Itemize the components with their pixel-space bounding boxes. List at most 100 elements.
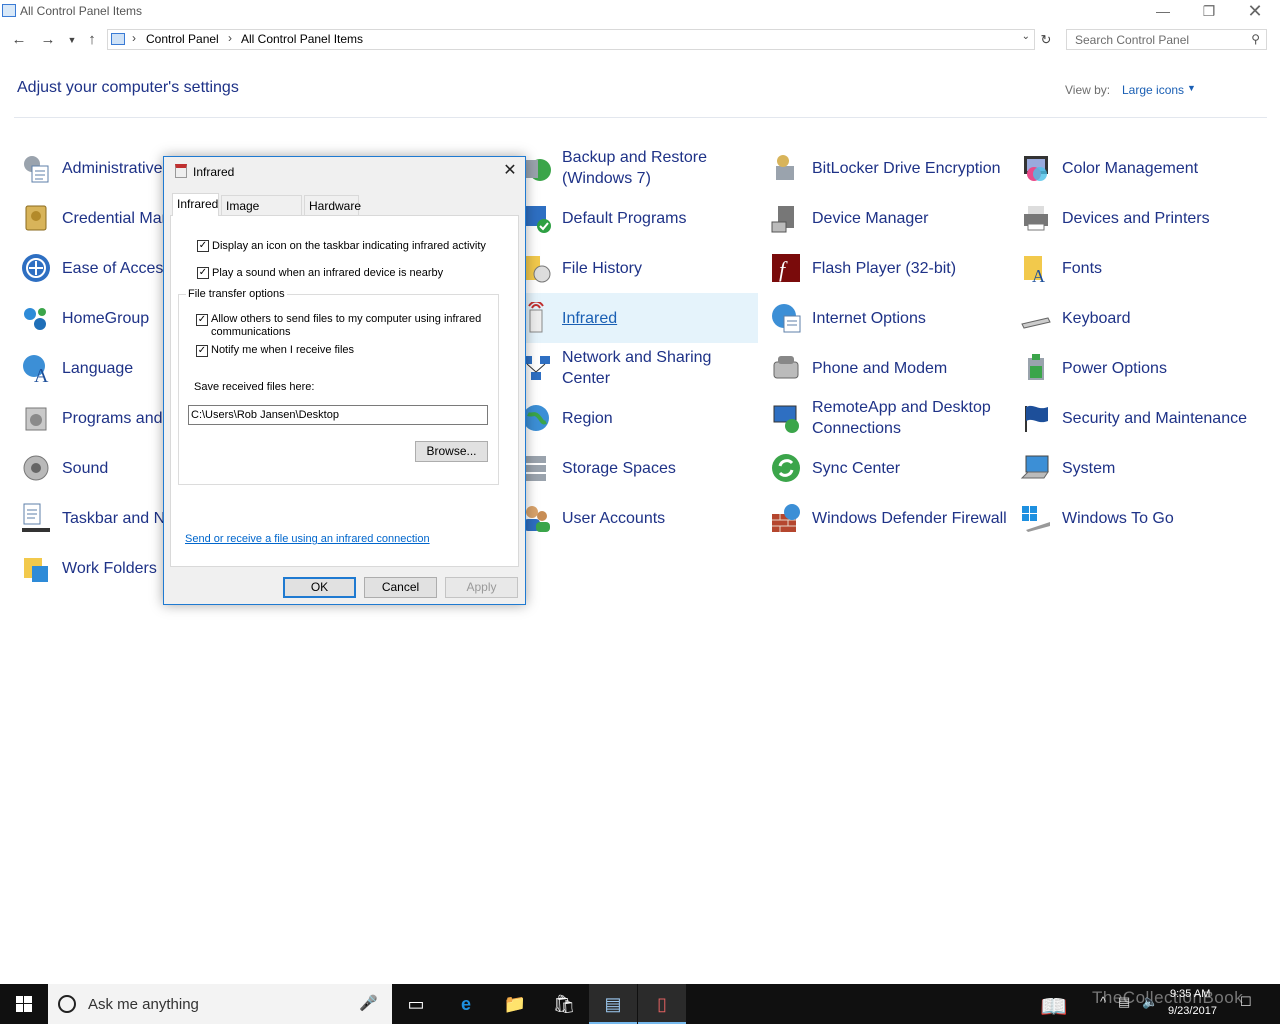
keyboard-icon: [1021, 317, 1051, 329]
search-input[interactable]: [1073, 32, 1247, 48]
dialog-close-button[interactable]: ✕: [497, 160, 523, 182]
cp-item-infrared[interactable]: Infrared: [516, 293, 758, 343]
firewall-icon: [772, 504, 800, 532]
cp-item-default-programs[interactable]: Default Programs: [516, 193, 758, 243]
cp-item-fonts[interactable]: A Fonts: [1016, 243, 1256, 293]
task-view-icon[interactable]: ▭: [392, 984, 440, 1024]
store-icon[interactable]: 🛍: [540, 984, 588, 1024]
chevron-right-icon[interactable]: ›: [228, 31, 232, 45]
tab-infrared[interactable]: Infrared: [172, 193, 219, 216]
cp-item-region[interactable]: Region: [516, 393, 758, 443]
cp-item-phone-and-modem[interactable]: Phone and Modem: [766, 343, 1006, 393]
svg-text:A: A: [34, 365, 49, 384]
cp-item-sync-center[interactable]: Sync Center: [766, 443, 1006, 493]
minimize-button[interactable]: —: [1140, 0, 1186, 24]
phone-modem-icon: [773, 356, 799, 379]
start-button[interactable]: [0, 984, 48, 1024]
cp-item-label: Phone and Modem: [812, 359, 948, 377]
tab-image-transfer[interactable]: Image Transfer: [221, 195, 302, 233]
cp-item-label: Windows Defender Firewall: [812, 509, 1007, 527]
cortana-icon: [58, 995, 76, 1013]
cp-item-file-history[interactable]: File History: [516, 243, 758, 293]
cp-item-label: Infrared: [562, 309, 618, 327]
breadcrumb-all-items[interactable]: All Control Panel Items: [241, 32, 363, 46]
cp-item-keyboard[interactable]: Keyboard: [1016, 293, 1256, 343]
remoteapp-icon: [773, 405, 799, 433]
cp-item-internet-options[interactable]: Internet Options: [766, 293, 1006, 343]
tab-hardware[interactable]: Hardware: [304, 195, 361, 215]
cp-item-system[interactable]: System: [1016, 443, 1256, 493]
apply-button[interactable]: Apply: [445, 577, 518, 598]
ok-button[interactable]: OK: [283, 577, 356, 598]
cp-item-label: Device Manager: [812, 209, 929, 227]
chevron-up-icon[interactable]: ^: [1100, 994, 1106, 1009]
cp-item-device-manager[interactable]: Device Manager: [766, 193, 1006, 243]
action-center-icon[interactable]: ☐: [1240, 994, 1252, 1010]
browse-button[interactable]: Browse...: [415, 441, 488, 462]
cp-item-remoteapp[interactable]: RemoteApp and Desktop Connections: [766, 393, 1006, 443]
search-box[interactable]: ⚲: [1066, 29, 1267, 50]
cp-item-devices-and-printers[interactable]: Devices and Printers: [1016, 193, 1256, 243]
cp-item-power-options[interactable]: Power Options: [1016, 343, 1256, 393]
network-tray-icon[interactable]: ▤: [1118, 994, 1130, 1010]
windows-to-go-icon: [1022, 506, 1050, 532]
breadcrumb-control-panel[interactable]: Control Panel: [146, 32, 219, 46]
cp-item-network-and-sharing[interactable]: Network and Sharing Center: [516, 343, 758, 393]
cp-item-label: Default Programs: [562, 209, 687, 227]
send-receive-link[interactable]: Send or receive a file using an infrared…: [185, 533, 430, 545]
cp-item-backup-and-restore[interactable]: Backup and Restore (Windows 7): [516, 143, 758, 193]
refresh-button[interactable]: ↻: [1036, 29, 1056, 50]
page-title: Adjust your computer's settings: [17, 79, 239, 96]
checkbox-label: Allow others to send files to my compute…: [211, 313, 482, 338]
chevron-right-icon[interactable]: ›: [132, 31, 136, 45]
homegroup-icon: [24, 308, 46, 330]
infrared-taskbar-icon[interactable]: ▯: [638, 984, 686, 1024]
forward-button[interactable]: →: [38, 30, 58, 50]
taskbar-icon-checkbox[interactable]: ✓: [197, 240, 209, 252]
caret-down-icon[interactable]: ▼: [1187, 83, 1196, 93]
control-panel-taskbar-icon[interactable]: ▤: [589, 984, 637, 1024]
cp-item-color-management[interactable]: Color Management: [1016, 143, 1256, 193]
cp-item-bitlocker[interactable]: BitLocker Drive Encryption: [766, 143, 1016, 193]
play-sound-checkbox[interactable]: ✓: [197, 267, 209, 279]
up-button[interactable]: ↑: [82, 30, 102, 50]
restore-button[interactable]: ❐: [1186, 0, 1232, 24]
sync-center-icon: [772, 454, 800, 482]
volume-icon[interactable]: 🔈: [1142, 994, 1158, 1010]
power-icon: [1028, 354, 1044, 380]
recent-locations-chevron-icon[interactable]: ▼: [62, 30, 82, 50]
security-flag-icon: [1025, 405, 1048, 432]
dialog-title: Infrared: [193, 165, 235, 179]
clock-date[interactable]: 9/23/2017: [1168, 1005, 1217, 1017]
cp-item-label: RemoteApp and Desktop Connections: [812, 399, 991, 437]
save-path-field[interactable]: [188, 405, 488, 425]
close-button[interactable]: ✕: [1232, 0, 1278, 24]
cp-item-label: System: [1062, 459, 1116, 477]
address-bar[interactable]: › Control Panel › All Control Panel Item…: [107, 29, 1035, 50]
cp-item-user-accounts[interactable]: User Accounts: [516, 493, 758, 543]
view-by-dropdown[interactable]: Large icons: [1122, 83, 1184, 97]
file-explorer-icon[interactable]: 📁: [491, 984, 539, 1024]
internet-options-icon: [772, 304, 801, 333]
edge-icon[interactable]: e: [442, 984, 490, 1024]
cortana-search-box[interactable]: Ask me anything 🎤: [48, 984, 392, 1024]
cp-item-flash-player[interactable]: f Flash Player (32-bit): [766, 243, 1006, 293]
microphone-icon[interactable]: 🎤: [359, 994, 378, 1012]
infrared-icon: [175, 164, 187, 178]
system-icon: [1020, 455, 1049, 479]
back-button[interactable]: ←: [9, 30, 29, 50]
allow-send-checkbox[interactable]: ✓: [196, 314, 208, 326]
admin-tools-icon: [24, 156, 49, 183]
cp-item-label: Windows To Go: [1062, 509, 1174, 527]
clock-time[interactable]: 9:35 AM: [1170, 988, 1210, 1000]
cp-item-windows-to-go[interactable]: Windows To Go: [1016, 493, 1256, 543]
cancel-button[interactable]: Cancel: [364, 577, 437, 598]
notify-checkbox[interactable]: ✓: [196, 345, 208, 357]
cp-item-windows-defender-firewall[interactable]: Windows Defender Firewall: [766, 493, 1007, 543]
search-icon[interactable]: ⚲: [1251, 32, 1260, 46]
cp-item-security-and-maintenance[interactable]: Security and Maintenance: [1016, 393, 1266, 443]
cp-item-storage-spaces[interactable]: Storage Spaces: [516, 443, 758, 493]
cp-item-label: Internet Options: [812, 309, 926, 327]
address-dropdown-icon[interactable]: ⌄: [1022, 31, 1030, 42]
control-panel-icon: [111, 33, 125, 45]
